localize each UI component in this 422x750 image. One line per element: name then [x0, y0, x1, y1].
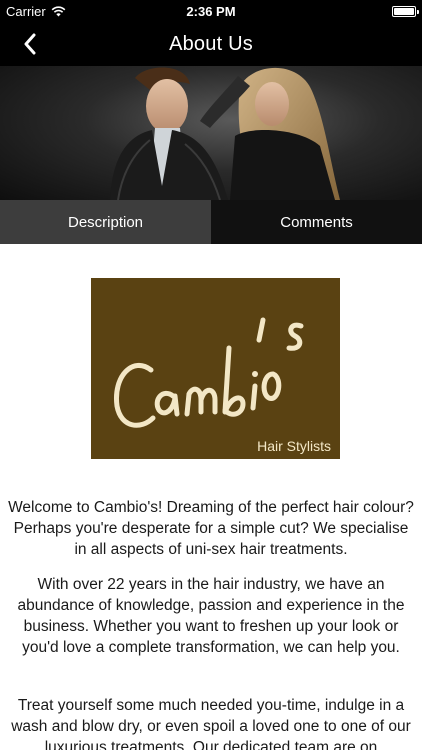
description-paragraph-2: With over 22 years in the hair industry,… [17, 576, 405, 656]
tab-description-label: Description [67, 213, 144, 231]
battery-fill [394, 7, 414, 15]
status-bar: Carrier 2:36 PM [0, 0, 422, 22]
tab-description[interactable]: Description [0, 200, 211, 244]
battery-icon [392, 5, 419, 17]
tab-comments-label: Comments [280, 213, 353, 231]
page-title: About Us [169, 32, 253, 55]
hero-illustration [110, 67, 340, 200]
nav-bar: About Us [0, 22, 422, 66]
wifi-icon [51, 5, 66, 16]
logo-tagline: Hair Stylists [257, 438, 331, 454]
status-right [392, 5, 419, 17]
business-logo: Hair Stylists [91, 278, 340, 459]
hero-image [0, 66, 422, 200]
tab-comments[interactable]: Comments [211, 200, 422, 244]
carrier-label: Carrier [6, 3, 46, 19]
tab-bar: Description Comments [0, 200, 422, 244]
description-content: Hair Stylists Welcome to Cambio's! Dream… [0, 244, 422, 750]
logo-script-lettering [113, 317, 304, 428]
status-left: Carrier [6, 4, 66, 19]
back-button[interactable] [14, 28, 46, 60]
description-paragraph-1: Welcome to Cambio's! Dreaming of the per… [8, 499, 414, 558]
chevron-left-icon [24, 33, 36, 55]
description-paragraph-3: Treat yourself some much needed you-time… [11, 697, 411, 750]
